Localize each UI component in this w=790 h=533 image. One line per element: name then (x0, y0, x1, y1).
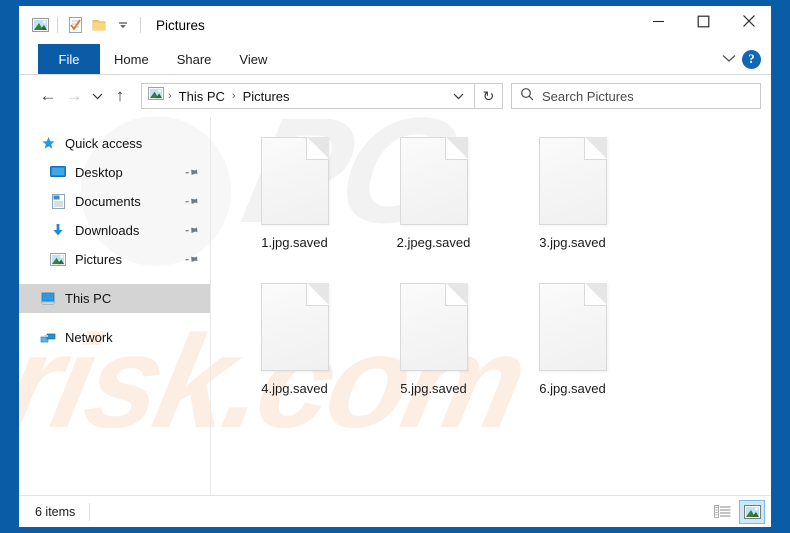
item-count-label: 6 items (35, 504, 76, 519)
maximize-button[interactable] (681, 6, 726, 36)
large-icons-view-button[interactable] (739, 499, 765, 524)
window-title: Pictures (156, 17, 205, 33)
tab-home[interactable]: Home (100, 44, 163, 74)
file-name: 1.jpg.saved (261, 235, 328, 250)
blank-document-icon (260, 283, 329, 371)
sidebar-item-desktop[interactable]: Desktop (19, 158, 210, 187)
breadcrumb[interactable]: › This PC › Pictures (141, 83, 475, 109)
sidebar-item-documents[interactable]: Documents (19, 187, 210, 216)
pictures-icon (47, 253, 69, 266)
ribbon-tab-bar: File Home Share View ? (19, 44, 771, 75)
file-name: 4.jpg.saved (261, 381, 328, 396)
blank-document-icon (399, 137, 468, 225)
sidebar-label-this-pc: This PC (65, 291, 112, 306)
star-pin-icon (37, 136, 59, 151)
file-item[interactable]: 4.jpg.saved (225, 277, 364, 423)
file-item[interactable]: 6.jpg.saved (503, 277, 642, 423)
new-folder-icon[interactable] (87, 13, 111, 37)
this-pc-icon (37, 292, 59, 306)
documents-icon (47, 194, 69, 209)
refresh-button[interactable]: ↻ (475, 83, 503, 109)
pictures-folder-icon[interactable] (28, 13, 52, 37)
view-buttons (709, 499, 765, 524)
forward-button[interactable]: → (61, 83, 87, 109)
file-name: 6.jpg.saved (539, 381, 606, 396)
qat-divider-2 (140, 17, 141, 33)
tab-share[interactable]: Share (163, 44, 226, 74)
breadcrumb-dropdown-icon[interactable] (447, 89, 470, 103)
sidebar-label-pictures: Pictures (75, 252, 122, 267)
quick-access-toolbar (19, 13, 146, 37)
file-item[interactable]: 2.jpeg.saved (364, 131, 503, 277)
file-explorer-window: PC risk.com Pictures File Home Share Vie… (19, 6, 771, 527)
blank-document-icon (260, 137, 329, 225)
blank-document-icon (538, 137, 607, 225)
pin-icon-pictures[interactable] (183, 250, 201, 268)
file-name: 3.jpg.saved (539, 235, 606, 250)
network-icon (37, 331, 59, 345)
sidebar-label-network: Network (65, 330, 113, 345)
blank-document-icon (399, 283, 468, 371)
qat-divider (57, 17, 58, 33)
file-item[interactable]: 1.jpg.saved (225, 131, 364, 277)
minimize-button[interactable] (636, 6, 681, 36)
tab-file[interactable]: File (38, 44, 100, 74)
title-bar: Pictures (19, 6, 771, 44)
sidebar-label-desktop: Desktop (75, 165, 123, 180)
search-box[interactable] (511, 83, 761, 109)
ribbon-right-controls: ? (722, 44, 771, 74)
pin-icon-downloads[interactable] (183, 221, 201, 239)
pin-icon-documents[interactable] (183, 192, 201, 210)
breadcrumb-item-pictures[interactable]: Pictures (240, 89, 293, 104)
file-item[interactable]: 3.jpg.saved (503, 131, 642, 277)
sidebar-item-quick-access[interactable]: Quick access (19, 129, 210, 158)
sidebar-item-pictures[interactable]: Pictures (19, 245, 210, 274)
tab-view[interactable]: View (225, 44, 281, 74)
file-name: 2.jpeg.saved (396, 235, 471, 250)
sidebar-label-documents: Documents (75, 194, 141, 209)
search-input[interactable] (542, 88, 752, 104)
file-list-view[interactable]: 1.jpg.saved 2.jpeg.saved 3.jpg.saved 4.j… (211, 117, 771, 495)
address-bar: ← → ↑ › This PC › Pictures ↻ Search Pict… (19, 75, 771, 117)
file-grid: 1.jpg.saved 2.jpeg.saved 3.jpg.saved 4.j… (225, 131, 771, 423)
sidebar-item-downloads[interactable]: Downloads (19, 216, 210, 245)
breadcrumb-root-icon[interactable] (148, 87, 164, 105)
file-item[interactable]: 5.jpg.saved (364, 277, 503, 423)
status-bar: 6 items (19, 495, 771, 527)
breadcrumb-separator-1: › (168, 90, 172, 102)
help-icon[interactable]: ? (742, 49, 761, 69)
breadcrumb-item-this-pc[interactable]: This PC (176, 89, 228, 104)
sidebar-item-this-pc[interactable]: This PC (19, 284, 210, 313)
details-view-button[interactable] (709, 500, 735, 524)
sidebar-label-quick-access: Quick access (65, 136, 143, 151)
properties-icon[interactable] (63, 13, 87, 37)
status-divider (89, 502, 91, 521)
sidebar-gap-1 (19, 274, 210, 284)
blank-document-icon (538, 283, 607, 371)
sidebar-gap-2 (19, 313, 210, 323)
desktop-icon (47, 166, 69, 179)
window-controls (636, 6, 771, 44)
navigation-pane: Quick access Desktop Documents Downloads… (19, 117, 211, 495)
chevron-down-icon[interactable] (722, 50, 736, 68)
file-name: 5.jpg.saved (400, 381, 467, 396)
search-icon (520, 87, 534, 106)
sidebar-label-downloads: Downloads (75, 223, 140, 238)
recent-locations-button[interactable] (87, 83, 107, 109)
explorer-body: Quick access Desktop Documents Downloads… (19, 117, 771, 495)
up-button[interactable]: ↑ (107, 83, 133, 109)
customize-dropdown-icon[interactable] (111, 13, 135, 37)
downloads-icon (47, 223, 69, 238)
back-button[interactable]: ← (35, 83, 61, 109)
sidebar-item-network[interactable]: Network (19, 323, 210, 352)
close-button[interactable] (726, 6, 771, 36)
pin-icon-desktop[interactable] (183, 163, 201, 181)
breadcrumb-separator-2: › (231, 90, 236, 102)
